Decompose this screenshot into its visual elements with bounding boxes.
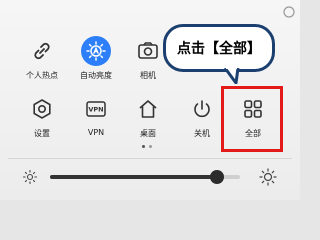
tile-vpn-label: VPN: [87, 128, 105, 137]
instruction-callout: 点击【全部】: [163, 24, 275, 72]
callout-text: 点击【全部】: [177, 41, 261, 57]
gear-icon: [27, 94, 57, 124]
control-center-panel: 个人热点 自动亮度 相机 设置 VPN VPN 桌面 关机 全部 点击【全部】: [0, 0, 300, 200]
brightness-high-icon: [259, 168, 277, 186]
tile-settings-label: 设置: [34, 129, 50, 138]
page-indicator: [142, 145, 152, 148]
tile-settings[interactable]: 设置: [12, 94, 72, 150]
tile-auto-brightness[interactable]: 自动亮度: [66, 36, 126, 92]
tile-hotspot[interactable]: 个人热点: [12, 36, 72, 92]
brightness-slider: [0, 160, 300, 200]
tile-home-label: 桌面: [140, 129, 156, 138]
close-icon[interactable]: [268, 4, 298, 26]
home-icon: [133, 94, 163, 124]
tile-hotspot-label: 个人热点: [26, 71, 58, 80]
tile-vpn[interactable]: VPN VPN: [66, 94, 126, 150]
vpn-icon-text: VPN: [88, 106, 103, 114]
tile-camera-label: 相机: [140, 71, 156, 80]
brightness-fill: [50, 175, 218, 179]
camera-icon: [133, 36, 163, 66]
vpn-icon: VPN: [81, 94, 111, 124]
highlight-box: [221, 86, 283, 152]
tile-auto-brightness-label: 自动亮度: [80, 71, 112, 80]
power-icon: [187, 94, 217, 124]
divider: [8, 158, 292, 159]
link-icon: [27, 36, 57, 66]
brightness-thumb[interactable]: [210, 170, 225, 184]
page-dot: [142, 145, 145, 148]
auto-brightness-icon: [81, 36, 111, 66]
brightness-low-icon: [22, 169, 38, 185]
page-dot: [149, 145, 152, 148]
tile-home[interactable]: 桌面: [118, 94, 178, 150]
tile-power-label: 关机: [194, 129, 210, 138]
